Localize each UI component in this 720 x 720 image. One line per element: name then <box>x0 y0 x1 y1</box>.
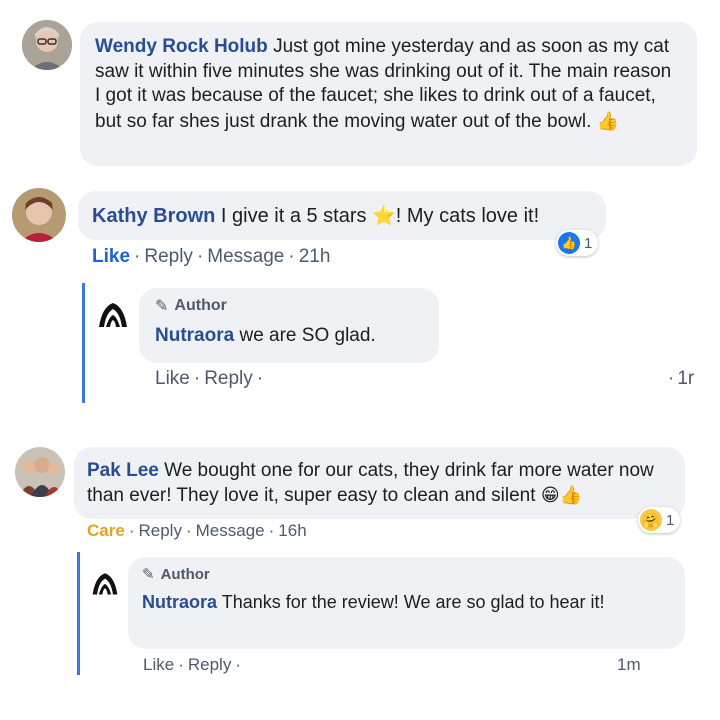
reply-button[interactable]: Reply <box>188 655 231 674</box>
avatar-wendy[interactable] <box>22 20 72 70</box>
reply-button[interactable]: Reply <box>144 246 193 267</box>
reaction-count: 1 <box>666 511 675 529</box>
reply-text: Thanks for the review! We are so glad to… <box>221 592 605 612</box>
author-badge: ✎ Author <box>142 565 671 584</box>
reply-button[interactable]: Reply <box>138 521 181 540</box>
thumbs-up-emoji-icon: 👍 <box>596 110 620 131</box>
reply-bubble-nutraora-2: ✎ Author Nutraora Thanks for the review!… <box>128 557 685 649</box>
author-badge: ✎ Author <box>155 296 423 316</box>
like-reaction-icon: 👍 <box>558 232 580 254</box>
comment-text-part1: I give it a 5 stars <box>220 205 367 227</box>
comment-timestamp[interactable]: 21h <box>299 246 331 267</box>
reply-thread-line <box>77 552 80 675</box>
author-badge-label: Author <box>174 297 227 314</box>
comment-author[interactable]: Wendy Rock Holub <box>95 36 268 57</box>
thumbs-up-emoji-icon: 👍 <box>559 485 582 505</box>
reply-text: we are SO glad. <box>239 325 376 346</box>
reply-timestamp[interactable]: 1m <box>617 655 641 675</box>
reaction-count: 1 <box>584 234 593 252</box>
reply-bubble-nutraora-1: ✎ Author Nutraora we are SO glad. <box>139 288 439 363</box>
like-button[interactable]: Like <box>155 368 190 389</box>
message-button[interactable]: Message <box>207 246 284 267</box>
comment-bubble-pak-lee: Pak Lee We bought one for our cats, they… <box>74 447 685 519</box>
reply-actions-nutraora-2: Like · Reply · <box>143 655 241 674</box>
reply-author[interactable]: Nutraora <box>142 592 217 612</box>
pencil-icon: ✎ <box>142 566 155 583</box>
comment-actions-kathy: Like · Reply · Message · 21h <box>92 246 331 267</box>
comment-bubble-kathy: Kathy Brown I give it a 5 stars ⭐! My ca… <box>78 191 606 240</box>
pencil-icon: ✎ <box>155 298 169 315</box>
reply-timestamp[interactable]: · 1r <box>668 368 694 390</box>
comment-bubble-wendy: Wendy Rock Holub Just got mine yesterday… <box>80 22 697 166</box>
reply-author[interactable]: Nutraora <box>155 325 234 346</box>
star-emoji-icon: ⭐ <box>372 206 396 227</box>
care-button[interactable]: Care <box>87 521 125 540</box>
like-button[interactable]: Like <box>92 246 130 267</box>
reply-button[interactable]: Reply <box>204 368 253 389</box>
nutraora-logo-icon[interactable] <box>90 568 120 598</box>
like-button[interactable]: Like <box>143 655 174 674</box>
comment-timestamp[interactable]: 16h <box>278 521 306 540</box>
reply-thread-line <box>82 283 85 403</box>
nutraora-logo-icon[interactable] <box>96 297 130 331</box>
reaction-count-kathy[interactable]: 👍 1 <box>556 230 599 256</box>
care-reaction-icon: 🤗 <box>640 509 662 531</box>
comment-author[interactable]: Pak Lee <box>87 460 159 481</box>
comment-author[interactable]: Kathy Brown <box>92 205 215 227</box>
comment-actions-pak-lee: Care · Reply · Message · 16h <box>87 521 307 540</box>
reply-actions-nutraora-1: Like · Reply · <box>155 368 264 389</box>
comment-text-part2: ! My cats love it! <box>395 205 540 227</box>
avatar-pak-lee[interactable] <box>15 447 65 497</box>
message-button[interactable]: Message <box>196 521 265 540</box>
author-badge-label: Author <box>160 565 210 583</box>
grinning-emoji-icon: 😁 <box>540 485 560 505</box>
avatar-kathy[interactable] <box>12 188 66 242</box>
reaction-count-pak-lee[interactable]: 🤗 1 <box>638 507 681 533</box>
